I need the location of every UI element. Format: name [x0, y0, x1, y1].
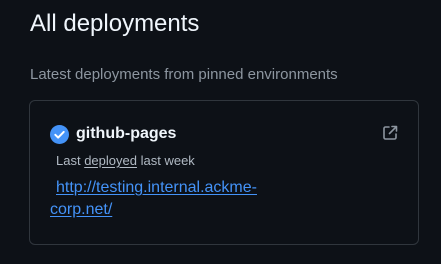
- environment-name[interactable]: github-pages: [76, 123, 176, 145]
- check-circle-icon: [50, 124, 69, 144]
- meta-prefix: Last: [56, 153, 81, 168]
- pinned-environments-subtitle: Latest deployments from pinned environme…: [30, 66, 338, 83]
- url-line-1: http://testing.internal.ackme-: [56, 179, 257, 196]
- deployed-link[interactable]: deployed: [84, 153, 137, 168]
- environment-url-link[interactable]: http://testing.internal.ackme- corp.net/: [50, 177, 310, 221]
- url-line-2: corp.net/: [50, 201, 113, 218]
- deployment-card: github-pages Last deployed last week htt…: [29, 100, 419, 245]
- environment-header: github-pages: [50, 123, 176, 145]
- link-external-icon[interactable]: [381, 124, 399, 142]
- deployment-meta: Last deployed last week: [56, 152, 195, 170]
- page-title: All deployments: [30, 10, 200, 37]
- meta-suffix: last week: [140, 153, 195, 168]
